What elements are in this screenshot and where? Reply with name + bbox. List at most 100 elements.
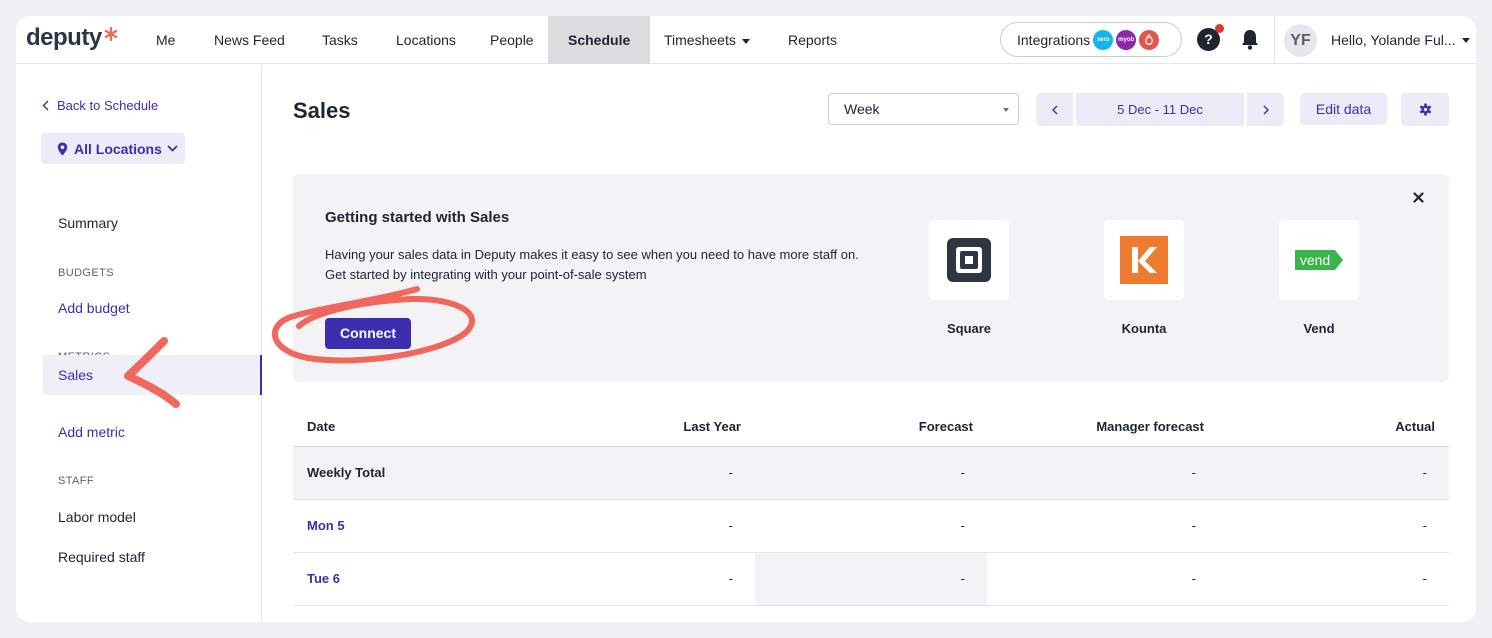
card-description-line-2: Get started by integrating with your poi…	[325, 267, 647, 282]
vend-label: Vend	[1303, 321, 1335, 336]
getting-started-card: Getting started with Sales Having your s…	[293, 174, 1449, 382]
col-forecast: Forecast	[755, 408, 987, 447]
next-week-button[interactable]	[1247, 93, 1284, 126]
sidebar-item-summary[interactable]: Summary	[58, 215, 118, 231]
table-row: Tue 6 - - - -	[293, 552, 1449, 606]
chevron-down-icon	[167, 145, 178, 152]
nav-people[interactable]: People	[490, 16, 534, 64]
close-icon[interactable]	[1413, 192, 1424, 203]
col-date: Date	[293, 408, 463, 447]
sidebar-item-labor-model[interactable]: Labor model	[58, 509, 136, 525]
settings-button[interactable]	[1401, 93, 1449, 126]
card-description: Having your sales data in Deputy makes i…	[325, 245, 885, 285]
cell-actual: -	[1218, 446, 1449, 500]
bell-icon[interactable]	[1240, 28, 1260, 50]
sales-table: Date Last Year Forecast Manager forecast…	[293, 408, 1449, 606]
cell-actual[interactable]: -	[1218, 552, 1449, 606]
page-title: Sales	[293, 98, 351, 123]
period-select-value: Week	[844, 101, 880, 117]
myob-logo-icon: myob	[1116, 29, 1137, 50]
vend-logo-text: vend	[1300, 252, 1330, 268]
integrations-button[interactable]: Integrations xero myob	[1000, 22, 1182, 57]
card-description-line-1: Having your sales data in Deputy makes i…	[325, 247, 859, 262]
nav-me[interactable]: Me	[156, 16, 175, 64]
brand-name: deputy	[26, 24, 102, 51]
chevron-down-icon	[741, 38, 750, 44]
kounta-logo-icon	[1120, 236, 1168, 284]
back-to-schedule-link[interactable]: Back to Schedule	[42, 98, 158, 113]
table-row: Weekly Total - - - -	[293, 446, 1449, 500]
connect-button[interactable]: Connect	[325, 318, 411, 349]
sidebar: Back to Schedule All Locations Summary B…	[16, 65, 262, 622]
square-integration[interactable]: Square	[929, 220, 1009, 336]
row-date: Weekly Total	[293, 446, 463, 500]
cell-manager-forecast[interactable]: -	[987, 552, 1218, 606]
period-select[interactable]: Week	[828, 93, 1019, 125]
kounta-logo-tile	[1104, 220, 1184, 300]
budgets-heading: BUDGETS	[58, 267, 114, 279]
table-row: Mon 5 - - - -	[293, 499, 1449, 553]
cell-manager-forecast[interactable]: -	[987, 446, 1218, 500]
nav-divider	[1274, 16, 1275, 64]
sidebar-item-add-budget[interactable]: Add budget	[58, 300, 130, 316]
help-glyph: ?	[1204, 31, 1213, 47]
col-last-year: Last Year	[463, 408, 755, 447]
cell-last-year: -	[463, 499, 755, 553]
user-greeting[interactable]: Hello, Yolande Ful...	[1331, 16, 1456, 64]
location-pin-icon	[57, 142, 68, 155]
sidebar-item-sales[interactable]: Sales	[43, 355, 262, 395]
cell-actual[interactable]: -	[1218, 499, 1449, 553]
xero-logo-icon: xero	[1093, 29, 1114, 50]
col-actual: Actual	[1218, 408, 1449, 447]
nav-timesheets-label: Timesheets	[664, 32, 736, 48]
col-manager-forecast: Manager forecast	[987, 408, 1218, 447]
cell-forecast: -	[755, 499, 987, 553]
nav-locations[interactable]: Locations	[396, 16, 456, 64]
vend-integration[interactable]: vend Vend	[1279, 220, 1359, 336]
sidebar-item-sales-label: Sales	[58, 367, 94, 383]
card-title: Getting started with Sales	[325, 209, 510, 226]
vend-logo-tile: vend	[1279, 220, 1359, 300]
back-to-schedule-label: Back to Schedule	[57, 98, 159, 113]
all-locations-label: All Locations	[74, 140, 162, 157]
vend-logo-icon: vend	[1295, 250, 1343, 270]
cell-manager-forecast[interactable]: -	[987, 499, 1218, 553]
row-date-link[interactable]: Tue 6	[293, 552, 463, 606]
cell-forecast: -	[755, 552, 987, 606]
chevron-left-icon	[42, 100, 49, 111]
table-header-row: Date Last Year Forecast Manager forecast…	[293, 408, 1449, 447]
date-range[interactable]: 5 Dec - 11 Dec	[1076, 93, 1244, 126]
staff-heading: STAFF	[58, 475, 95, 487]
kounta-label: Kounta	[1121, 321, 1167, 336]
sidebar-item-required-staff[interactable]: Required staff	[58, 549, 145, 565]
kounta-integration[interactable]: Kounta	[1104, 220, 1184, 336]
gear-icon	[1419, 103, 1431, 116]
flame-logo-icon	[1139, 29, 1160, 50]
row-date-link[interactable]: Mon 5	[293, 499, 463, 553]
nav-timesheets[interactable]: Timesheets	[664, 16, 750, 64]
deputy-logo[interactable]: deputy	[26, 24, 118, 52]
avatar[interactable]: YF	[1284, 24, 1317, 57]
sidebar-item-add-metric[interactable]: Add metric	[58, 424, 125, 440]
all-locations-dropdown[interactable]: All Locations	[41, 133, 185, 164]
chevron-right-icon	[1263, 105, 1269, 114]
square-label: Square	[946, 321, 992, 336]
app-window: deputy Me News Feed Tasks Locations Peop…	[16, 16, 1476, 622]
edit-data-button[interactable]: Edit data	[1300, 93, 1387, 125]
nav-reports[interactable]: Reports	[788, 16, 837, 64]
square-logo-tile	[929, 220, 1009, 300]
cell-last-year: -	[463, 446, 755, 500]
select-caret-icon	[1003, 108, 1009, 112]
top-navigation: deputy Me News Feed Tasks Locations Peop…	[16, 16, 1476, 64]
user-menu-chevron-icon[interactable]	[1462, 38, 1470, 43]
deputy-star-icon	[104, 27, 117, 41]
help-icon[interactable]: ?	[1197, 24, 1224, 51]
nav-tasks[interactable]: Tasks	[322, 16, 358, 64]
square-logo-icon	[947, 238, 991, 282]
cell-last-year: -	[463, 552, 755, 606]
previous-week-button[interactable]	[1036, 93, 1073, 126]
nav-schedule[interactable]: Schedule	[548, 16, 651, 64]
chevron-left-icon	[1051, 105, 1057, 114]
nav-news-feed[interactable]: News Feed	[214, 16, 285, 64]
integrations-label: Integrations	[1017, 31, 1091, 48]
